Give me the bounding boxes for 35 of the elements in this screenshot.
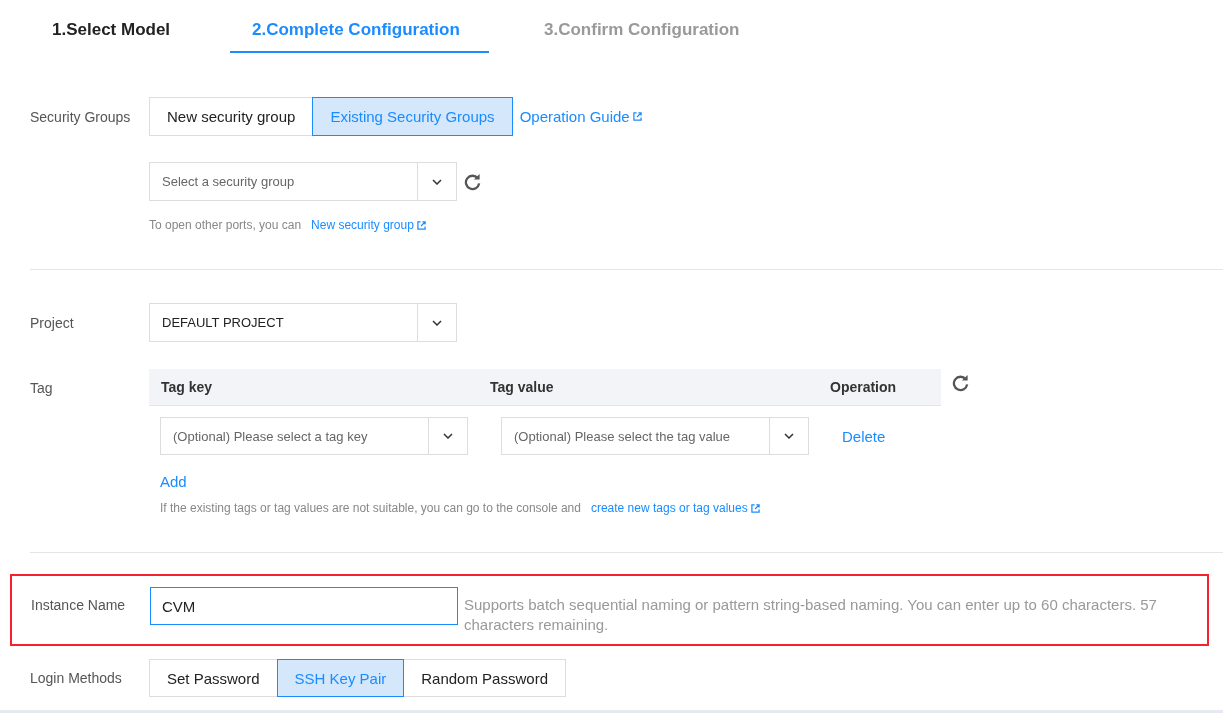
segment-option[interactable]: Random Password <box>403 659 566 697</box>
add-link[interactable]: Add <box>160 473 187 490</box>
segment-option[interactable]: New security group <box>149 97 314 136</box>
refresh-icon[interactable] <box>463 172 482 191</box>
security-group-select[interactable]: Select a security group <box>149 162 457 201</box>
caret-icon <box>784 433 794 439</box>
instance-name-input[interactable]: CVM <box>150 587 458 625</box>
refresh-icon[interactable] <box>951 373 970 392</box>
hint-text: If the existing tags or tag values are not suitable, you can go to the console and <box>160 501 581 515</box>
new-security-group-link[interactable]: New security group <box>311 218 426 232</box>
tag-value-select[interactable]: (Optional) Please select the tag value <box>501 417 809 455</box>
caret-icon <box>432 319 442 326</box>
step-tab[interactable]: 2.Complete Configuration <box>230 0 489 53</box>
caret-icon <box>432 178 442 185</box>
step-tab[interactable]: 1.Select Model <box>30 0 230 53</box>
field-label: Security Groups <box>30 108 132 125</box>
hint-text: To open other ports, you can <box>149 218 302 232</box>
field-label: Instance Name <box>31 596 127 613</box>
project-select[interactable]: DEFAULT PROJECT <box>149 303 457 342</box>
tag-key-select[interactable]: (Optional) Please select a tag key <box>160 417 468 455</box>
column-header: Tag key <box>160 379 214 395</box>
external-link-icon <box>632 112 642 121</box>
operation-guide-link[interactable]: Operation Guide <box>519 108 642 125</box>
external-link-icon <box>416 220 426 230</box>
hint-text: Supports batch sequential naming or pattern string-based naming. You can enter up to 60 characters. 57 characters remaining. <box>464 595 1158 635</box>
create-tags-link[interactable]: create new tags or tag values <box>590 501 760 515</box>
field-label: Login Methods <box>30 670 123 686</box>
segment-option[interactable]: Set Password <box>149 659 278 697</box>
delete-link[interactable]: Delete <box>842 427 886 445</box>
field-label: Tag <box>30 379 54 396</box>
external-link-icon <box>750 503 760 513</box>
column-header: Operation <box>830 379 897 395</box>
caret-icon <box>443 433 453 439</box>
field-label: Project <box>30 314 75 331</box>
column-header: Tag value <box>490 379 555 395</box>
